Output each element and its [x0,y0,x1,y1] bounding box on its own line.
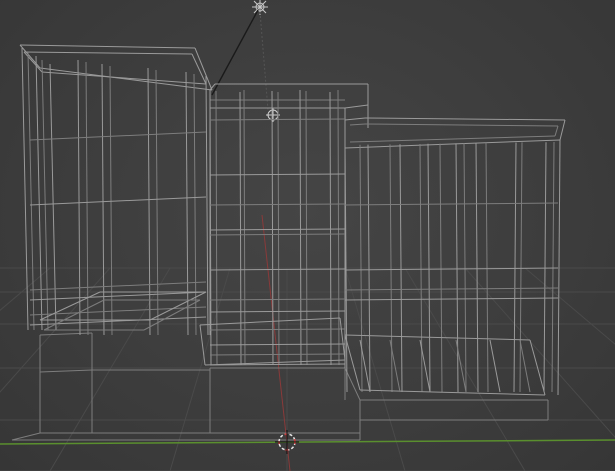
middle-unit-shelf [209,298,346,301]
left-unit-post [35,55,43,331]
left-unit-shelf [29,131,207,141]
right-unit-divider [489,339,501,393]
middle-unit-shelf [209,310,346,313]
right-unit-top [344,117,366,121]
middle-unit-shelf [209,353,346,356]
x-axis-line [0,439,615,445]
light-direction-line [211,9,259,96]
middle-unit-shelf [209,118,346,121]
base-left-side [39,369,93,373]
left-unit-post [109,65,113,336]
left-unit-post [205,75,209,336]
left-unit-post [49,63,57,331]
right-unit-shelf [344,287,559,291]
left-unit-top-inner [23,51,43,73]
middle-unit-shelf [209,173,346,176]
middle-unit-top [344,104,369,109]
left-unit-post [27,51,35,331]
left-unit-top [19,44,41,69]
middle-unit-shelf [209,328,346,331]
right-unit-top-inner [349,123,366,126]
right-unit-post [513,142,517,393]
middle-unit-shelf [209,203,346,206]
right-unit-shelf [344,202,559,206]
right-unit-bottom-shelf [359,389,546,396]
right-unit-top [364,117,566,121]
left-unit-post [77,59,81,336]
right-unit-top [559,119,566,141]
base-left-side [39,332,93,336]
wireframe-shelving-model[interactable] [11,44,566,441]
left-unit-top-inner [41,71,207,85]
viewport-canvas[interactable] [0,0,615,471]
right-unit-post [519,142,523,393]
middle-unit-shelf [209,233,346,236]
3d-viewport[interactable] [0,0,615,471]
left-unit-post [101,63,105,336]
left-unit-shelf [29,291,207,301]
left-unit-shelf [29,281,207,291]
middle-unit-shelf [209,228,346,231]
left-unit-top-inner [23,51,193,55]
left-unit-bottom-shelf [143,299,201,331]
floor-edge [11,432,41,441]
right-unit-shelf [344,297,559,301]
right-unit-post [551,141,555,393]
left-unit-top [19,44,196,49]
left-unit-post [185,71,189,336]
right-unit-top-inner [364,123,559,127]
right-unit-post [543,142,547,393]
light-target-line [259,11,269,111]
right-unit-bottom-shelf [344,334,531,341]
left-unit-post [21,47,29,331]
middle-unit-bottom-shelf [199,324,206,366]
middle-unit-shelf [209,268,346,271]
left-unit-shelf [29,196,207,206]
right-unit-top-inner [554,125,559,137]
left-unit-post [193,73,197,336]
right-unit-divider [519,339,531,393]
left-unit-post [155,69,159,336]
right-unit-post [485,142,489,393]
left-unit-bottom-shelf [149,291,207,321]
middle-unit-shelf [209,343,346,346]
3d-cursor-icon[interactable] [275,430,299,454]
